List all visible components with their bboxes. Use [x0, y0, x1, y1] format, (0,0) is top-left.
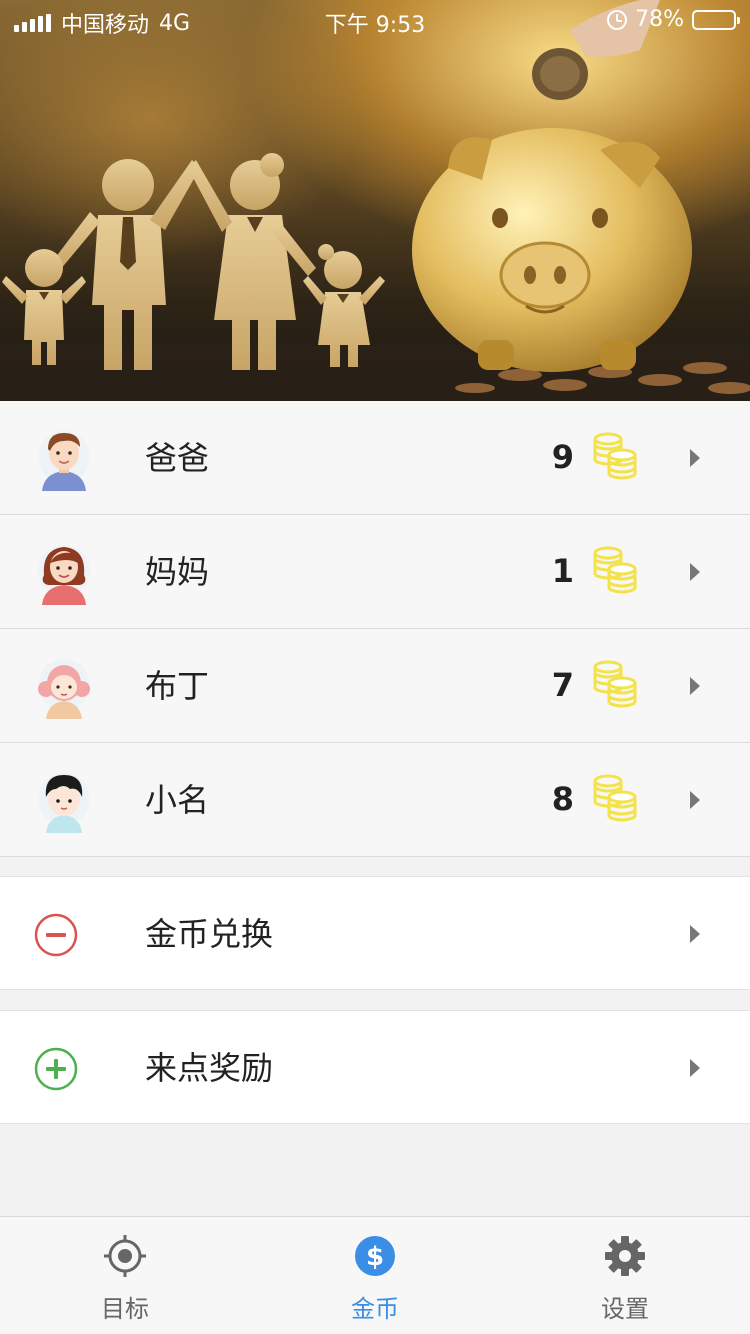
tab-coins[interactable]: $ 金币 — [250, 1217, 500, 1334]
member-row-dad[interactable]: 爸爸 9 — [0, 401, 750, 515]
boy-avatar-icon — [38, 773, 90, 833]
battery-percent: 78% — [635, 7, 684, 32]
alarm-icon — [607, 9, 628, 30]
tab-settings[interactable]: 设置 — [500, 1217, 750, 1334]
dad-avatar-icon — [38, 431, 90, 491]
coin-stack-icon — [593, 774, 637, 822]
tab-goals[interactable]: 目标 — [0, 1217, 250, 1334]
plus-circle-icon — [34, 1047, 78, 1091]
chevron-right-icon — [690, 1059, 700, 1077]
coin-count: 9 — [551, 438, 574, 476]
coin-stack-icon — [593, 546, 637, 594]
tab-bar: 目标 $ 金币 设置 — [0, 1216, 750, 1334]
hero-banner — [0, 0, 750, 401]
family-piggy-bank-illustration — [0, 0, 750, 401]
chevron-right-icon — [690, 677, 700, 695]
chevron-right-icon — [690, 563, 700, 581]
tab-label: 金币 — [351, 1295, 399, 1323]
reward-row[interactable]: 来点奖励 — [0, 1010, 750, 1124]
coin-count: 8 — [551, 780, 574, 818]
gear-icon — [605, 1236, 645, 1276]
coin-exchange-row[interactable]: 金币兑换 — [0, 876, 750, 990]
clock: 下午 9:53 — [324, 13, 426, 38]
status-bar: 中国移动 4G 下午 9:53 78% — [0, 0, 750, 40]
girl-avatar-icon — [38, 659, 90, 719]
tab-label: 目标 — [101, 1295, 149, 1323]
coin-stack-icon — [593, 432, 637, 480]
mom-avatar-icon — [38, 545, 90, 605]
member-name: 布丁 — [145, 667, 210, 705]
dollar-coin-icon: $ — [355, 1236, 395, 1276]
chevron-right-icon — [690, 925, 700, 943]
chevron-right-icon — [690, 791, 700, 809]
member-name: 妈妈 — [145, 553, 210, 591]
member-row-xiaoming[interactable]: 小名 8 — [0, 743, 750, 857]
coin-stack-icon — [593, 660, 637, 708]
member-row-pudding[interactable]: 布丁 7 — [0, 629, 750, 743]
coin-count: 1 — [551, 552, 574, 590]
member-list: 爸爸 9 妈妈 1 布丁 7 小名 8 — [0, 401, 750, 857]
member-name: 爸爸 — [145, 439, 210, 477]
reward-label: 来点奖励 — [145, 1049, 274, 1087]
battery-icon — [692, 9, 740, 30]
target-icon — [104, 1235, 146, 1277]
svg-text:$: $ — [366, 1242, 384, 1272]
coin-count: 7 — [551, 666, 574, 704]
member-row-mom[interactable]: 妈妈 1 — [0, 515, 750, 629]
minus-circle-icon — [34, 913, 78, 957]
coin-exchange-label: 金币兑换 — [145, 915, 274, 953]
member-name: 小名 — [145, 781, 210, 819]
piggy-bank-illustration — [412, 128, 692, 372]
chevron-right-icon — [690, 449, 700, 467]
tab-label: 设置 — [601, 1295, 649, 1323]
